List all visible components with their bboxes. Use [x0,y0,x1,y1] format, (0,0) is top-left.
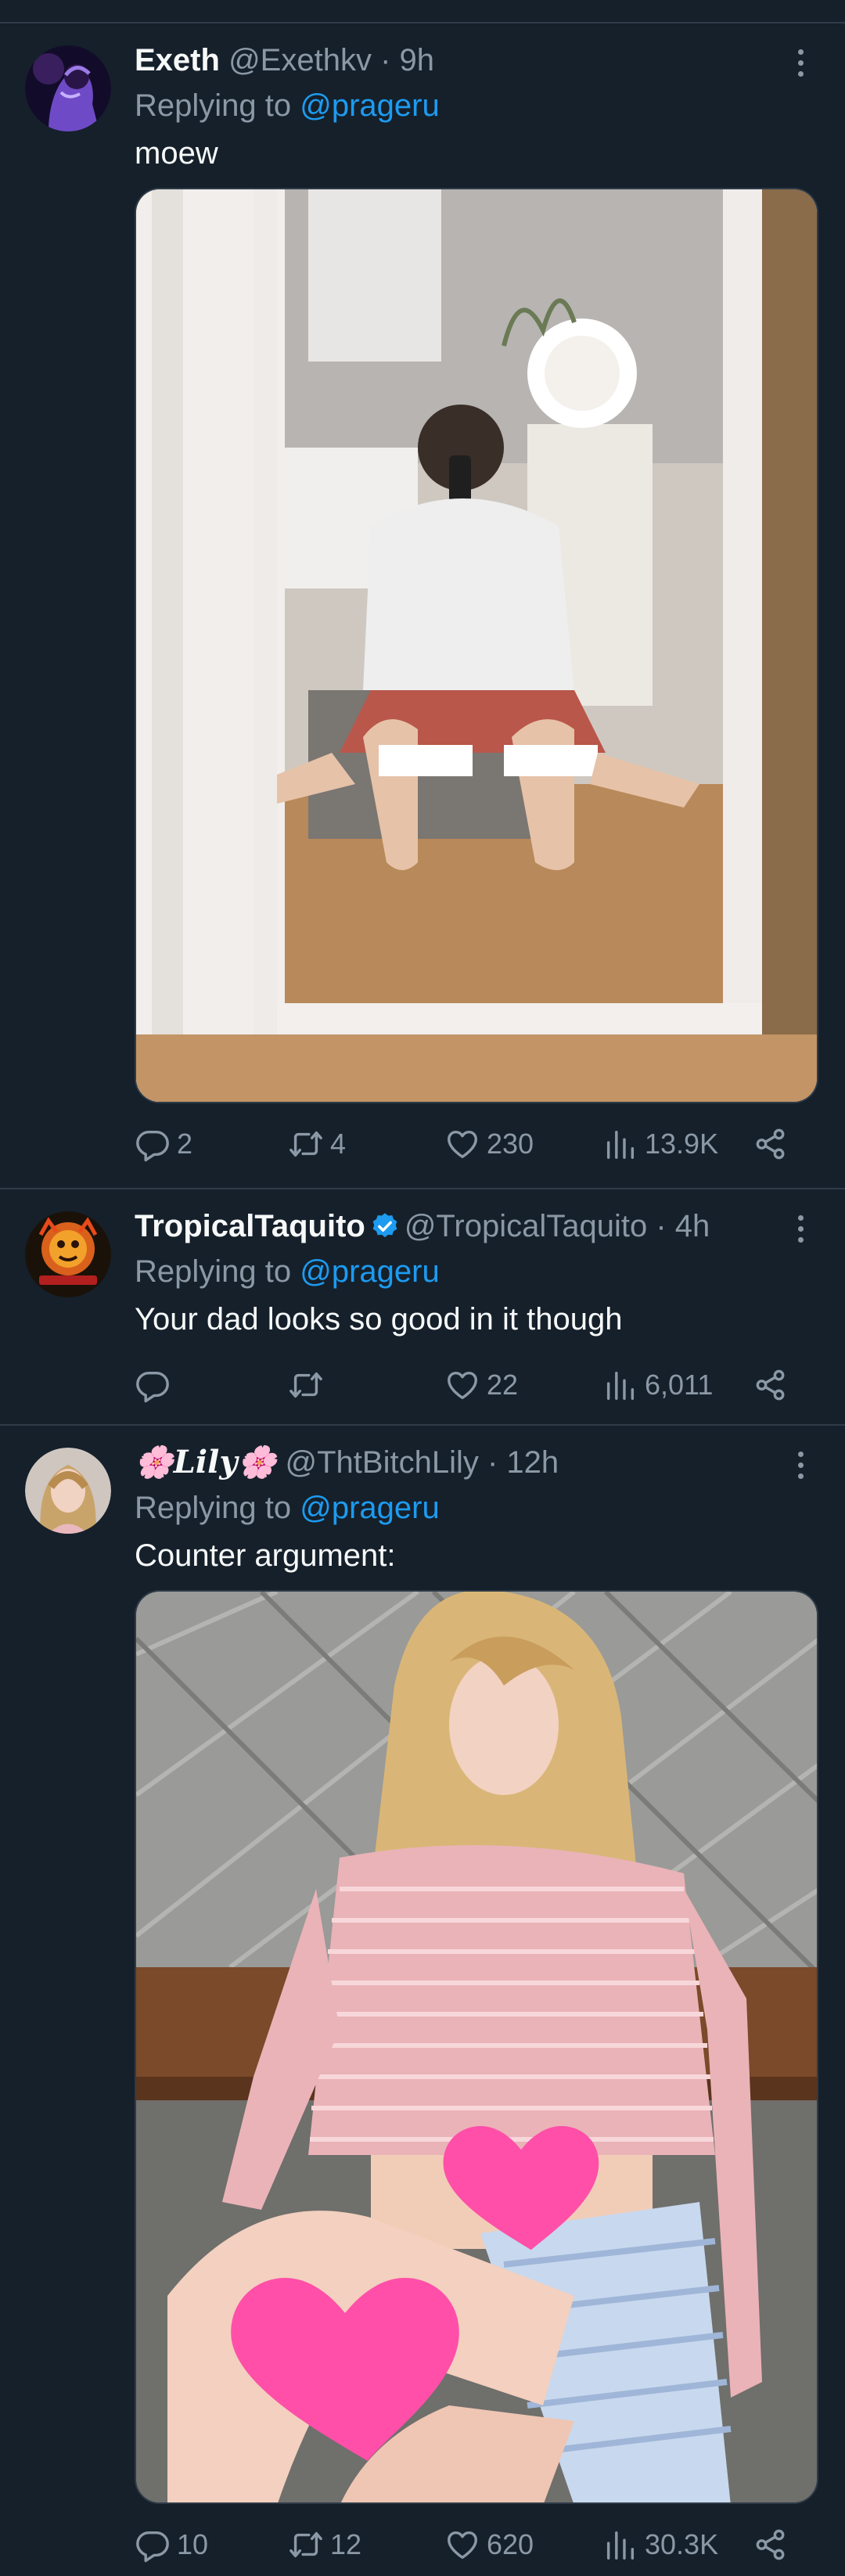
tweet-text: Counter argument: [135,1538,396,1573]
reply-tweet[interactable]: 🌸Lily🌸 @ThtBitchLily · 12h Replying to @… [0,1426,845,2576]
tweet-photo[interactable] [135,188,818,1103]
dot-separator: · [487,1445,498,1480]
share-button[interactable] [753,2521,795,2568]
heart-icon [444,1367,480,1403]
replying-to: Replying to @prageru [135,1252,440,1291]
more-options-icon[interactable] [789,1441,812,1488]
views-button[interactable]: 13.9K [602,1121,718,1167]
retweet-count: 12 [330,2528,362,2560]
tweet-header: TropicalTaquito @TropicalTaquito · 4h [135,1207,710,1246]
views-button[interactable]: 30.3K [602,2521,718,2568]
mention-link[interactable]: @prageru [300,1491,439,1525]
tweet-photo[interactable] [135,1590,818,2504]
replying-to: Replying to @prageru [135,1488,440,1527]
tweet-actions: 10 12 620 30.3K [135,2521,818,2568]
retweet-icon [288,1126,324,1162]
timestamp[interactable]: 4h [675,1209,710,1243]
tweet-text: moew [135,136,218,171]
reply-button[interactable]: 2 [135,1121,192,1167]
retweet-count: 4 [330,1128,347,1160]
views-button[interactable]: 6,011 [602,1362,713,1409]
bar-chart-icon [602,2527,638,2563]
retweet-button[interactable]: 4 [288,1121,346,1167]
reply-button[interactable] [135,1362,177,1409]
like-count: 22 [487,1369,519,1401]
timestamp[interactable]: 9h [400,43,435,77]
heart-icon [444,1126,480,1162]
user-handle[interactable]: @TropicalTaquito [405,1209,647,1243]
timestamp[interactable]: 12h [506,1445,559,1480]
share-icon [753,2527,789,2563]
bar-chart-icon [602,1126,638,1162]
share-button[interactable] [753,1121,795,1167]
view-count: 13.9K [645,1128,719,1160]
replying-prefix: Replying to [135,1254,292,1289]
like-count: 620 [487,2528,534,2560]
like-button[interactable]: 620 [444,2521,534,2568]
mention-link[interactable]: @prageru [300,1254,439,1289]
retweet-icon [288,1367,324,1403]
view-count: 6,011 [645,1369,714,1401]
retweet-button[interactable]: 12 [288,2521,361,2568]
tweet-text: Your dad looks so good in it though [135,1302,623,1337]
share-icon [753,1126,789,1162]
reply-button[interactable]: 10 [135,2521,208,2568]
tweet-header: Exeth @Exethkv · 9h [135,41,434,80]
tweet-actions: 22 6,011 [135,1362,818,1409]
share-button[interactable] [753,1362,795,1409]
reply-tweet[interactable]: Exeth @Exethkv · 9h Replying to @prageru… [0,23,845,1189]
reply-count: 2 [177,1128,193,1160]
share-icon [753,1367,789,1403]
avatar[interactable] [25,1211,111,1297]
verified-badge-icon [372,1213,397,1238]
like-button[interactable]: 230 [444,1121,534,1167]
user-handle[interactable]: @ThtBitchLily [286,1445,479,1480]
more-options-icon[interactable] [789,1205,812,1252]
avatar[interactable] [25,1448,111,1534]
retweet-icon [288,2527,324,2563]
reply-tweet[interactable]: TropicalTaquito @TropicalTaquito · 4h Rep… [0,1189,845,1424]
speech-bubble-icon [135,1126,171,1162]
heart-icon [444,2527,480,2563]
user-handle[interactable]: @Exethkv [228,43,372,77]
display-name[interactable]: 🌸Lily🌸 [135,1444,276,1480]
bar-chart-icon [602,1367,638,1403]
avatar[interactable] [25,45,111,131]
reply-count: 10 [177,2528,209,2560]
view-count: 30.3K [645,2528,719,2560]
mention-link[interactable]: @prageru [300,88,439,123]
like-button[interactable]: 22 [444,1362,518,1409]
display-name[interactable]: TropicalTaquito [135,1209,365,1243]
dot-separator: · [656,1209,667,1243]
replying-to: Replying to @prageru [135,86,440,125]
more-options-icon[interactable] [789,39,812,86]
replying-prefix: Replying to [135,1491,292,1525]
tweet-header: 🌸Lily🌸 @ThtBitchLily · 12h [135,1443,559,1482]
like-count: 230 [487,1128,534,1160]
dot-separator: · [380,43,391,77]
replying-prefix: Replying to [135,88,292,123]
tweet-actions: 2 4 230 13.9K [135,1121,818,1167]
speech-bubble-icon [135,2527,171,2563]
speech-bubble-icon [135,1367,171,1403]
display-name[interactable]: Exeth [135,43,220,77]
retweet-button[interactable] [288,1362,330,1409]
